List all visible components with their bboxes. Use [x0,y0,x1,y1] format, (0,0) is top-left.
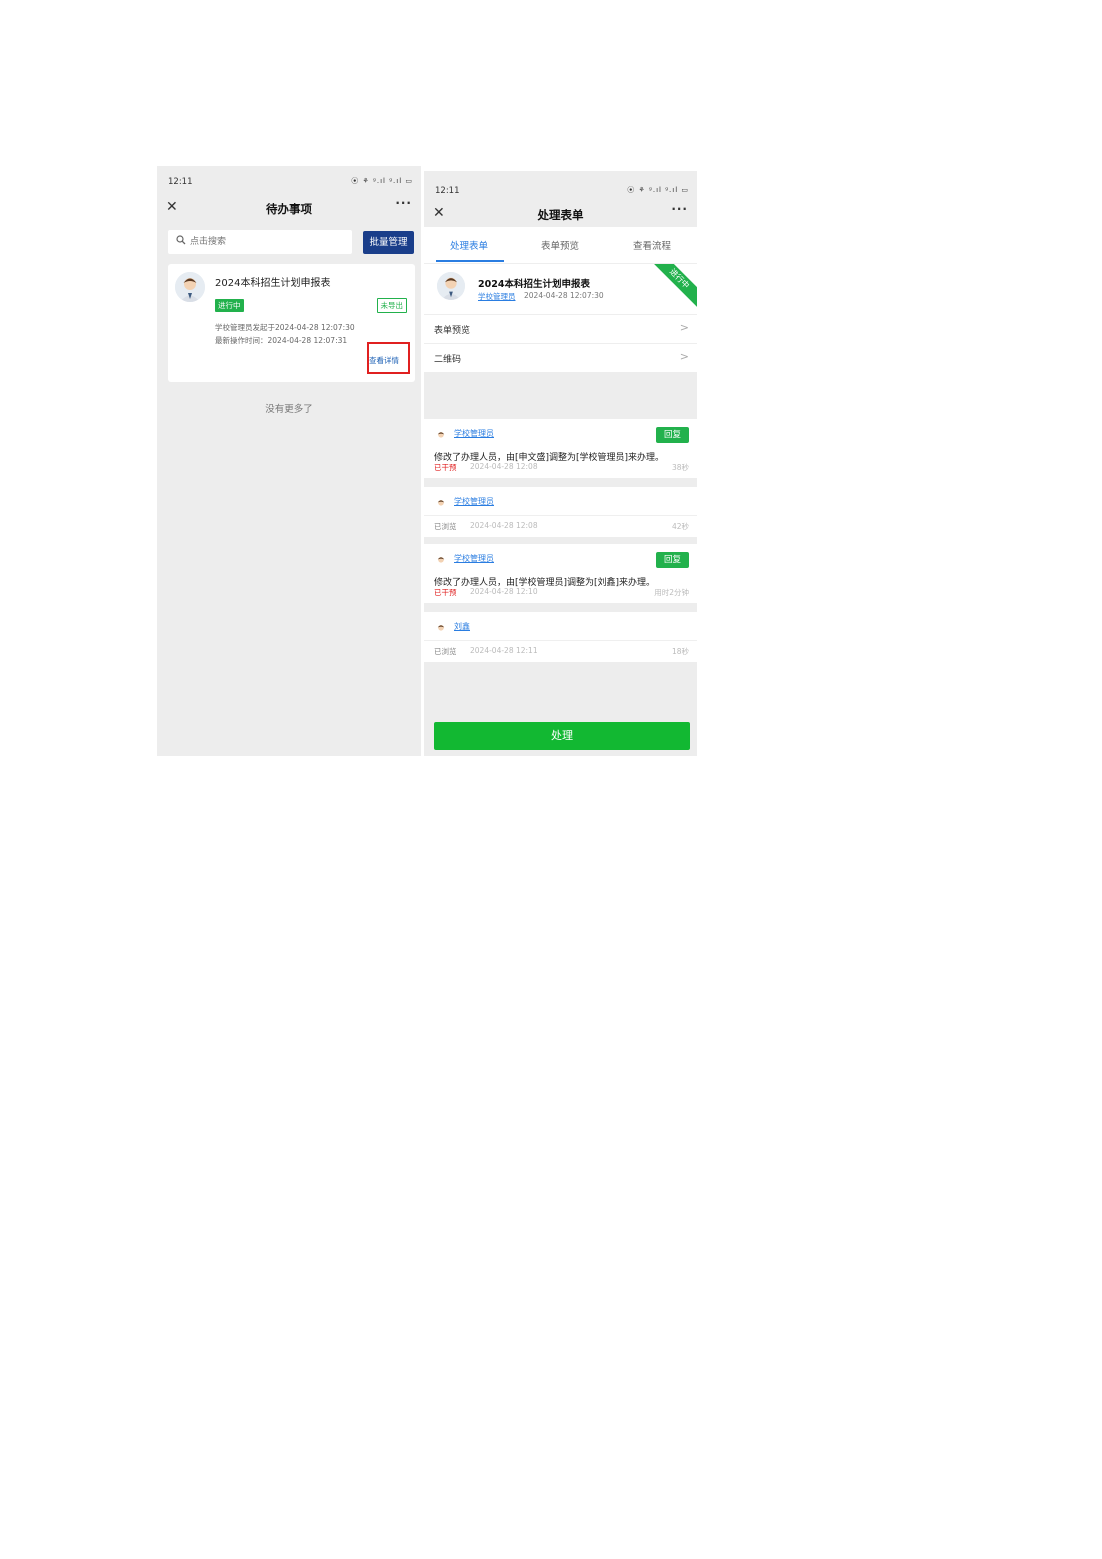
log-tag: 已干预 [434,463,457,472]
form-initiator-link[interactable]: 学校管理员 [478,291,516,302]
log-user-link[interactable]: 学校管理员 [454,496,494,507]
log-entry: 学校管理员 回复 修改了办理人员，由[学校管理员]调整为[刘鑫]来办理。 已干预… [424,544,697,603]
page-title: 待办事项 [266,202,312,216]
page-title: 处理表单 [537,208,584,222]
search-input[interactable] [190,232,340,252]
log-footer: 已浏览 2024-04-28 12:11 18秒 [424,644,697,660]
status-icons: ⦿ ⚘ ᵍ.ıl ᵍ.ıl ▭ [627,186,689,194]
divider [424,515,697,516]
reply-button[interactable]: 回复 [656,552,689,568]
log-user-link[interactable]: 学校管理员 [454,428,494,439]
avatar-icon [175,272,205,302]
log-entry: 学校管理员 回复 修改了办理人员，由[申文盛]调整为[学校管理员]来办理。 已干… [424,419,697,478]
status-badge: 进行中 [215,299,244,312]
todo-card[interactable]: 2024本科招生计划申报表 进行中 未导出 学校管理员发起于2024-04-28… [168,264,415,382]
view-detail-link[interactable]: 查看详情 [369,355,399,366]
avatar-icon [435,552,447,564]
nav-bar: ✕ 待办事项 ··· [157,193,421,223]
log-tag: 已干预 [434,588,457,597]
chevron-right-icon: > [679,321,689,334]
status-time: 12:11 [168,177,193,187]
menu-label: 二维码 [434,355,462,365]
divider [424,640,697,641]
form-title: 2024本科招生计划申报表 [478,279,590,290]
log-user-link[interactable]: 学校管理员 [454,553,494,564]
tab-form-preview[interactable]: 表单预览 [541,238,579,252]
avatar-icon [437,272,465,300]
menu-qrcode[interactable]: 二维码 > [424,343,697,372]
avatar-icon [435,427,447,439]
tab-process-form[interactable]: 处理表单 [450,238,488,252]
log-user-link[interactable]: 刘鑫 [454,621,470,632]
reply-button[interactable]: 回复 [656,427,689,443]
process-button[interactable]: 处理 [434,722,690,750]
search-bar[interactable] [168,230,352,254]
no-more-text: 没有更多了 [265,404,313,415]
log-entry: 学校管理员 已浏览 2024-04-28 12:08 42秒 [424,487,697,537]
card-title: 2024本科招生计划申报表 [215,278,331,289]
log-time: 2024-04-28 12:11 [470,646,538,655]
initiated-text: 学校管理员发起于2024-04-28 12:07:30 [215,323,355,332]
log-footer: 已干预 2024-04-28 12:08 38秒 [424,460,697,476]
log-footer: 已干预 2024-04-28 12:10 用时2分钟 [424,585,697,601]
log-entry: 刘鑫 已浏览 2024-04-28 12:11 18秒 [424,612,697,662]
log-duration: 42秒 [671,522,689,531]
status-icons: ⦿ ⚘ ᵍ.ıl ᵍ.ıl ▭ [351,177,413,185]
tab-view-flow[interactable]: 查看流程 [633,238,671,252]
menu-label: 表单预览 [434,326,471,336]
search-icon [176,235,186,245]
tab-bar: 处理表单 表单预览 查看流程 [424,227,697,263]
status-bar: 12:11 ⦿ ⚘ ᵍ.ıl ᵍ.ıl ▭ [424,175,697,201]
form-date: 2024-04-28 12:07:30 [524,291,604,300]
nav-bar: ✕ 处理表单 ··· [424,199,697,229]
batch-manage-button[interactable]: 批量管理 [363,231,414,254]
log-tag: 已浏览 [434,647,457,656]
log-time: 2024-04-28 12:08 [470,521,538,530]
chevron-right-icon: > [679,350,689,363]
last-operation-text: 最新操作时间：2024-04-28 12:07:31 [215,336,348,345]
process-form-screen: 12:11 ⦿ ⚘ ᵍ.ıl ᵍ.ıl ▭ ✕ 处理表单 ··· 处理表单 表单… [424,171,697,756]
log-footer: 已浏览 2024-04-28 12:08 42秒 [424,519,697,535]
status-ribbon: 进行中 [645,264,697,313]
status-time: 12:11 [435,186,460,196]
status-bar: 12:11 ⦿ ⚘ ᵍ.ıl ᵍ.ıl ▭ [157,166,421,192]
log-duration: 38秒 [671,463,689,472]
log-duration: 用时2分钟 [654,588,689,597]
active-tab-indicator [436,260,504,262]
log-time: 2024-04-28 12:08 [470,462,538,471]
more-icon[interactable]: ··· [395,196,412,210]
export-badge: 未导出 [376,298,407,313]
log-time: 2024-04-28 12:10 [470,587,538,596]
todo-screen: 12:11 ⦿ ⚘ ᵍ.ıl ᵍ.ıl ▭ ✕ 待办事项 ··· 批量管理 20… [157,166,421,756]
more-icon[interactable]: ··· [671,202,688,216]
avatar-icon [435,495,447,507]
log-duration: 18秒 [671,647,689,656]
avatar-icon [435,620,447,632]
form-header: 2024本科招生计划申报表 学校管理员 2024-04-28 12:07:30 … [424,263,697,314]
log-tag: 已浏览 [434,522,457,531]
menu-form-preview[interactable]: 表单预览 > [424,314,697,343]
